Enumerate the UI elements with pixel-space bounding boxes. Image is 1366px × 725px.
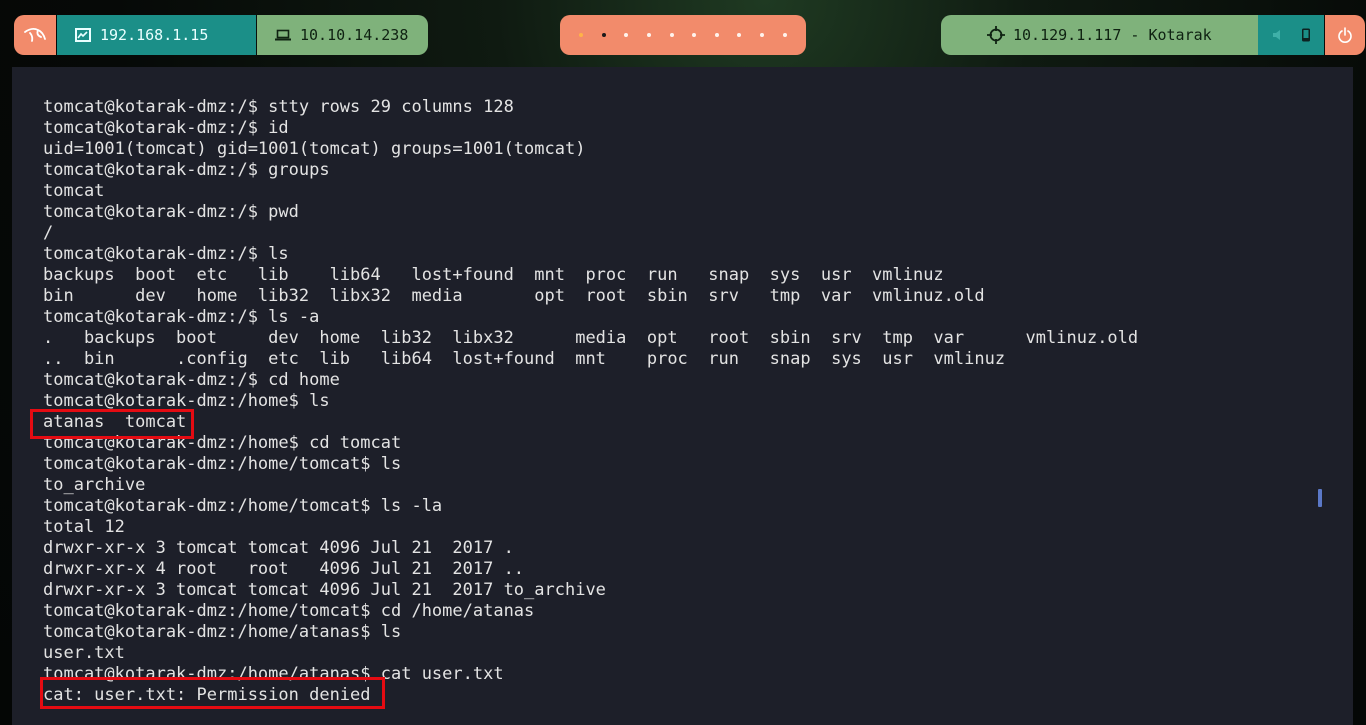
terminal-line: tomcat@kotarak-dmz:/home/tomcat$ ls -la (43, 496, 443, 516)
workspace-dot[interactable] (692, 33, 697, 37)
terminal-output: tomcat@kotarak-dmz:/$ stty rows 29 colum… (43, 97, 1353, 706)
power-icon (1337, 27, 1353, 43)
kali-dragon-icon (24, 27, 46, 43)
workspace-dot[interactable] (760, 33, 765, 37)
local-ip-text: 192.168.1.15 (100, 26, 209, 44)
terminal-line: tomcat@kotarak-dmz:/$ stty rows 29 colum… (43, 97, 514, 117)
terminal-line: bin dev home lib32 libx32 media opt root… (43, 286, 985, 306)
terminal-line: tomcat@kotarak-dmz:/$ ls (43, 244, 289, 264)
terminal-line: tomcat (43, 181, 105, 201)
terminal-line: . backups boot dev home lib32 libx32 med… (43, 328, 1139, 348)
workspace-dot[interactable] (782, 33, 787, 37)
terminal-line: tomcat@kotarak-dmz:/home/tomcat$ ls (43, 454, 402, 474)
terminal-window[interactable]: tomcat@kotarak-dmz:/$ stty rows 29 colum… (12, 67, 1353, 725)
terminal-line: backups boot etc lib lib64 lost+found mn… (43, 265, 944, 285)
terminal-line: drwxr-xr-x 4 root root 4096 Jul 21 2017 … (43, 559, 525, 579)
terminal-line: tomcat@kotarak-dmz:/$ ls -a (43, 307, 320, 327)
system-tray (1258, 15, 1324, 55)
monitor-graph-icon (75, 28, 91, 42)
workspace-dot[interactable] (647, 33, 652, 37)
workspace-dot[interactable] (624, 33, 629, 37)
vpn-ip-widget: 10.10.14.238 (257, 15, 428, 55)
terminal-line: tomcat@kotarak-dmz:/$ groups (43, 160, 330, 180)
workspace-dot[interactable] (669, 33, 674, 37)
terminal-line: drwxr-xr-x 3 tomcat tomcat 4096 Jul 21 2… (43, 538, 514, 558)
terminal-line: uid=1001(tomcat) gid=1001(tomcat) groups… (43, 139, 586, 159)
phone-icon[interactable] (1301, 28, 1311, 42)
terminal-line: tomcat@kotarak-dmz:/$ id (43, 118, 289, 138)
vpn-ip-text: 10.10.14.238 (300, 26, 409, 44)
crosshair-icon (987, 26, 1005, 44)
terminal-line: tomcat@kotarak-dmz:/$ pwd (43, 202, 299, 222)
workspace-dot[interactable] (579, 33, 584, 37)
terminal-line: tomcat@kotarak-dmz:/home/atanas$ ls (43, 622, 402, 642)
scrollbar-thumb[interactable] (1318, 489, 1322, 507)
terminal-line: tomcat@kotarak-dmz:/home$ ls (43, 391, 330, 411)
menu-button[interactable] (14, 15, 56, 55)
terminal-line: user.txt (43, 643, 125, 663)
workspace-switcher (560, 15, 806, 55)
speaker-muted-icon[interactable] (1272, 29, 1286, 41)
power-button[interactable] (1325, 15, 1365, 55)
workspace-dot[interactable] (714, 33, 719, 37)
target-widget: 10.129.1.117 - Kotarak (941, 15, 1258, 55)
terminal-line: to_archive (43, 475, 146, 495)
workspace-dot[interactable] (737, 33, 742, 37)
terminal-line: drwxr-xr-x 3 tomcat tomcat 4096 Jul 21 2… (43, 580, 606, 600)
local-ip-widget: 192.168.1.15 (57, 15, 256, 55)
terminal-line: total 12 (43, 517, 125, 537)
laptop-icon (275, 29, 291, 41)
terminal-line: tomcat@kotarak-dmz:/home$ cd tomcat (43, 433, 402, 453)
target-text: 10.129.1.117 - Kotarak (1013, 26, 1212, 44)
terminal-line: .. bin .config etc lib lib64 lost+found … (43, 349, 1006, 369)
terminal-line: tomcat@kotarak-dmz:/$ cd home (43, 370, 340, 390)
highlight-box-permission-denied (40, 677, 385, 709)
terminal-line: / (43, 223, 54, 243)
highlight-box-home-listing (30, 409, 194, 439)
terminal-line: atanas tomcat (43, 412, 187, 432)
workspace-dot-active[interactable] (601, 33, 606, 37)
terminal-line: tomcat@kotarak-dmz:/home/tomcat$ cd /hom… (43, 601, 535, 621)
